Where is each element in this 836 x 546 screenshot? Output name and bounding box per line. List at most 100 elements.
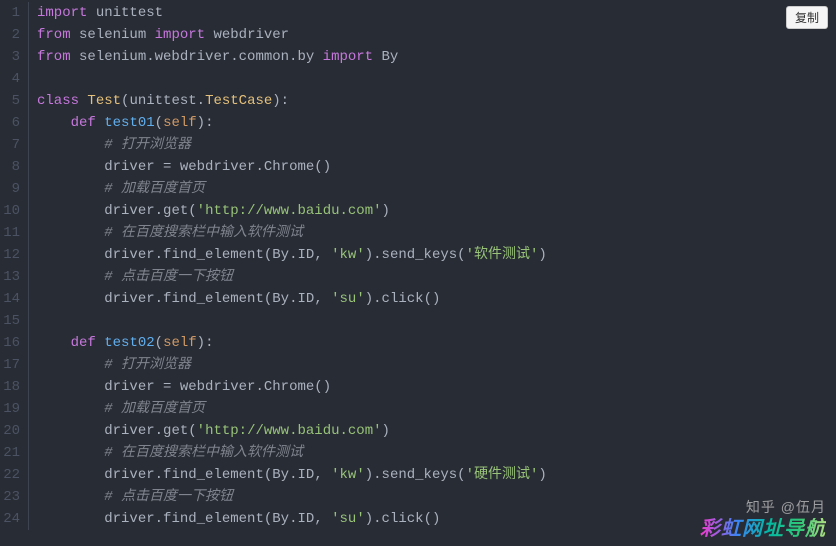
token-method: send_keys	[382, 247, 458, 263]
token-module: webdriver	[213, 27, 289, 43]
gutter-border	[28, 2, 29, 530]
token-punct: (	[457, 247, 465, 263]
token-punct	[96, 115, 104, 131]
token-punct: ,	[314, 467, 331, 483]
token-string: 'http://www.baidu.com'	[197, 203, 382, 219]
code-line: # 点击百度一下按钮	[37, 486, 836, 508]
token-attr: driver	[104, 203, 154, 219]
code-line: driver.find_element(By.ID, 'kw').send_ke…	[37, 244, 836, 266]
token-punct: ):	[197, 115, 214, 131]
token-string: 'kw'	[331, 467, 365, 483]
token-punct	[37, 115, 71, 131]
token-attr: driver	[104, 247, 154, 263]
token-attr: webdriver	[180, 159, 256, 175]
token-attr: ID	[298, 247, 315, 263]
code-line	[37, 310, 836, 332]
code-line: class Test(unittest.TestCase):	[37, 90, 836, 112]
line-number: 3	[0, 46, 20, 68]
token-punct	[37, 291, 104, 307]
token-classname: TestCase	[205, 93, 272, 109]
token-punct: ,	[314, 291, 331, 307]
token-punct: .	[255, 159, 263, 175]
token-keyword: import	[155, 27, 205, 43]
token-punct	[37, 159, 104, 175]
token-module: selenium	[79, 27, 146, 43]
token-attr: ID	[298, 467, 315, 483]
token-punct	[96, 335, 104, 351]
token-string: '软件测试'	[466, 247, 539, 263]
token-comment: # 加载百度首页	[104, 401, 205, 417]
token-string: '硬件测试'	[466, 467, 539, 483]
token-attr: driver	[104, 379, 163, 395]
line-number: 12	[0, 244, 20, 266]
token-punct: .	[155, 203, 163, 219]
token-punct	[71, 49, 79, 65]
line-number: 9	[0, 178, 20, 200]
token-method: find_element	[163, 511, 264, 527]
token-punct	[37, 203, 104, 219]
code-line: # 加载百度首页	[37, 178, 836, 200]
token-method: find_element	[163, 467, 264, 483]
token-comment: # 在百度搜索栏中输入软件测试	[104, 445, 303, 461]
code-line: # 打开浏览器	[37, 354, 836, 376]
line-number: 1	[0, 2, 20, 24]
line-number: 18	[0, 376, 20, 398]
token-punct: .	[289, 467, 297, 483]
token-punct	[37, 467, 104, 483]
token-punct: =	[163, 159, 180, 175]
token-punct: .	[289, 511, 297, 527]
token-punct	[37, 423, 104, 439]
token-punct: ):	[272, 93, 289, 109]
line-number: 10	[0, 200, 20, 222]
token-attr: driver	[104, 467, 154, 483]
token-keyword: import	[37, 5, 87, 21]
line-number: 21	[0, 442, 20, 464]
token-punct: ).	[365, 511, 382, 527]
token-method: click	[382, 291, 424, 307]
token-punct	[37, 269, 104, 285]
token-keyword: class	[37, 93, 79, 109]
token-punct: )	[382, 203, 390, 219]
line-number: 13	[0, 266, 20, 288]
token-classname: Test	[87, 93, 121, 109]
token-punct: ):	[197, 335, 214, 351]
token-comment: # 在百度搜索栏中输入软件测试	[104, 225, 303, 241]
token-punct: (	[188, 423, 196, 439]
copy-button[interactable]: 复制	[786, 6, 828, 29]
code-line: driver = webdriver.Chrome()	[37, 376, 836, 398]
token-punct: .	[197, 93, 205, 109]
token-punct: ()	[424, 291, 441, 307]
token-punct: =	[163, 379, 180, 395]
token-keyword: from	[37, 49, 71, 65]
token-punct	[37, 379, 104, 395]
line-number: 8	[0, 156, 20, 178]
token-module: unittest	[96, 5, 163, 21]
token-punct	[37, 137, 104, 153]
line-number: 22	[0, 464, 20, 486]
code-line: def test01(self):	[37, 112, 836, 134]
line-number: 14	[0, 288, 20, 310]
line-number: 17	[0, 354, 20, 376]
code-line: driver = webdriver.Chrome()	[37, 156, 836, 178]
line-number: 16	[0, 332, 20, 354]
token-method: get	[163, 423, 188, 439]
token-attr: By	[272, 511, 289, 527]
token-module: By	[382, 49, 399, 65]
token-attr: driver	[104, 423, 154, 439]
line-number: 7	[0, 134, 20, 156]
token-punct: .	[155, 511, 163, 527]
token-punct	[37, 225, 104, 241]
code-content[interactable]: import unittest from selenium import webd…	[37, 2, 836, 530]
line-number: 19	[0, 398, 20, 420]
token-keyword: def	[71, 335, 96, 351]
token-string: 'su'	[331, 291, 365, 307]
code-line: # 加载百度首页	[37, 398, 836, 420]
code-line	[37, 68, 836, 90]
token-punct	[37, 445, 104, 461]
line-number: 24	[0, 508, 20, 530]
token-string: 'http://www.baidu.com'	[197, 423, 382, 439]
code-line: from selenium.webdriver.common.by import…	[37, 46, 836, 68]
token-method: Chrome	[264, 379, 314, 395]
token-funcname: test01	[104, 115, 154, 131]
token-string: 'kw'	[331, 247, 365, 263]
